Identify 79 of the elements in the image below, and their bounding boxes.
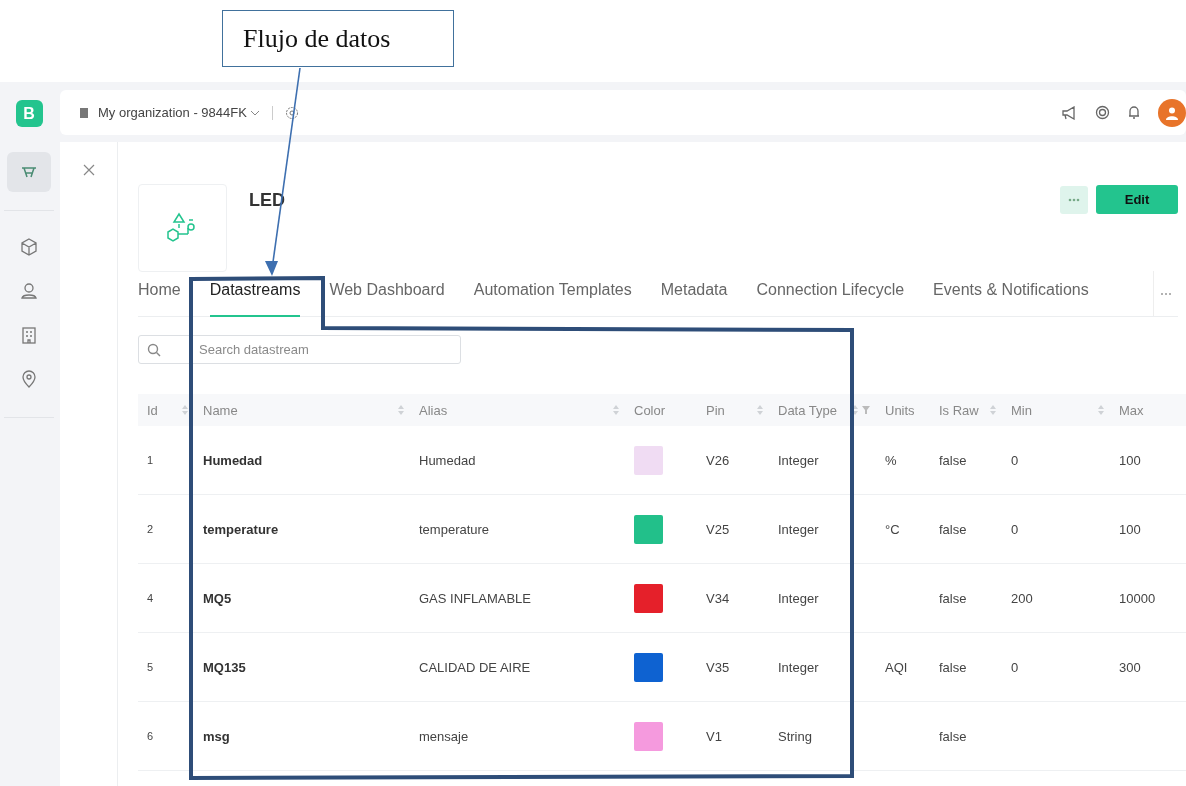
organization-selector[interactable]: My organization - 9844FK — [98, 105, 260, 120]
tab[interactable]: Home — [138, 271, 181, 316]
column-header: Units — [885, 402, 916, 418]
column-header: Id — [147, 402, 159, 418]
table-cell: mensaje — [419, 728, 469, 744]
table-cell: String — [778, 728, 812, 744]
close-icon[interactable] — [82, 164, 95, 176]
table-cell: 200 — [1011, 590, 1033, 606]
table-cell: 10000 — [1119, 590, 1156, 606]
table-cell: false — [939, 452, 967, 468]
bell-icon[interactable] — [1128, 105, 1140, 120]
table-cell: 2 — [147, 523, 154, 535]
table-cell: 0 — [1011, 452, 1019, 468]
edit-button[interactable]: Edit — [1096, 185, 1178, 214]
table-cell: Integer — [778, 452, 819, 468]
table-cell: MQ135 — [203, 659, 246, 675]
tab[interactable]: Connection Lifecycle — [756, 271, 905, 316]
table-cell: 4 — [147, 592, 154, 604]
table-cell: false — [939, 590, 967, 606]
tab[interactable]: Metadata — [660, 271, 728, 316]
table-cell: false — [939, 728, 967, 744]
sidebar-item[interactable] — [7, 152, 51, 192]
table-cell: AQI — [885, 659, 908, 675]
table-cell: 0 — [1011, 521, 1019, 537]
search-field[interactable]: Search datastream — [138, 335, 461, 364]
table-cell: 5 — [147, 661, 154, 673]
table-cell: GAS INFLAMABLE — [419, 590, 531, 606]
column-header: Pin — [706, 402, 726, 418]
column-header: Max — [1119, 402, 1145, 418]
tab[interactable]: Events & Notifications — [933, 271, 1089, 316]
tab[interactable]: Automation Templates — [473, 271, 632, 316]
chevron-down-icon — [249, 108, 260, 117]
settings-icon[interactable] — [284, 105, 299, 120]
table-cell: 1 — [147, 454, 154, 466]
table-cell: Integer — [778, 590, 819, 606]
column-header: Name — [203, 402, 239, 418]
table-cell: V34 — [706, 590, 730, 606]
megaphone-icon[interactable] — [1061, 105, 1077, 120]
table-cell: temperature — [419, 521, 490, 537]
filter-icon[interactable] — [862, 406, 870, 414]
table-cell: 100 — [1119, 452, 1141, 468]
table-cell: 6 — [147, 730, 154, 742]
tab[interactable]: Web Dashboard — [329, 271, 445, 316]
person-icon — [1165, 105, 1179, 120]
table-cell: CALIDAD DE AIRE — [419, 659, 531, 675]
table-cell: 300 — [1119, 659, 1141, 675]
column-header: Alias — [419, 402, 449, 418]
callout-label: Flujo de datos — [222, 10, 454, 67]
table-cell: V35 — [706, 659, 730, 675]
table-cell: Humedad — [419, 452, 476, 468]
table-cell: % — [885, 452, 897, 468]
table-cell: 0 — [1011, 659, 1019, 675]
more-icon — [1068, 198, 1080, 202]
table-cell: false — [939, 659, 967, 675]
column-header: Is Raw — [939, 402, 980, 418]
cube-icon — [19, 237, 39, 257]
table-cell: Integer — [778, 659, 819, 675]
column-header: Min — [1011, 402, 1033, 418]
table-cell: Humedad — [203, 452, 263, 468]
sort-icon[interactable] — [852, 405, 858, 415]
table-cell: V25 — [706, 521, 730, 537]
user-avatar[interactable] — [1158, 98, 1186, 127]
table-cell: temperature — [203, 521, 279, 537]
table-cell: msg — [203, 728, 230, 744]
table-cell: °C — [885, 521, 900, 537]
table-cell: MQ5 — [203, 590, 232, 606]
table-cell: Integer — [778, 521, 819, 537]
table-cell: V1 — [706, 728, 722, 744]
location-pin-icon — [19, 369, 39, 389]
table-cell: V26 — [706, 452, 730, 468]
more-icon[interactable] — [1160, 291, 1172, 296]
tab[interactable]: Datastreams — [209, 271, 301, 316]
table-cell: 100 — [1119, 521, 1141, 537]
table-cell: false — [939, 521, 967, 537]
column-header: Data Type — [778, 402, 839, 418]
person-icon — [19, 281, 39, 301]
lifebuoy-icon[interactable] — [1095, 105, 1110, 120]
column-header: Color — [634, 402, 667, 418]
search-icon — [147, 343, 161, 357]
